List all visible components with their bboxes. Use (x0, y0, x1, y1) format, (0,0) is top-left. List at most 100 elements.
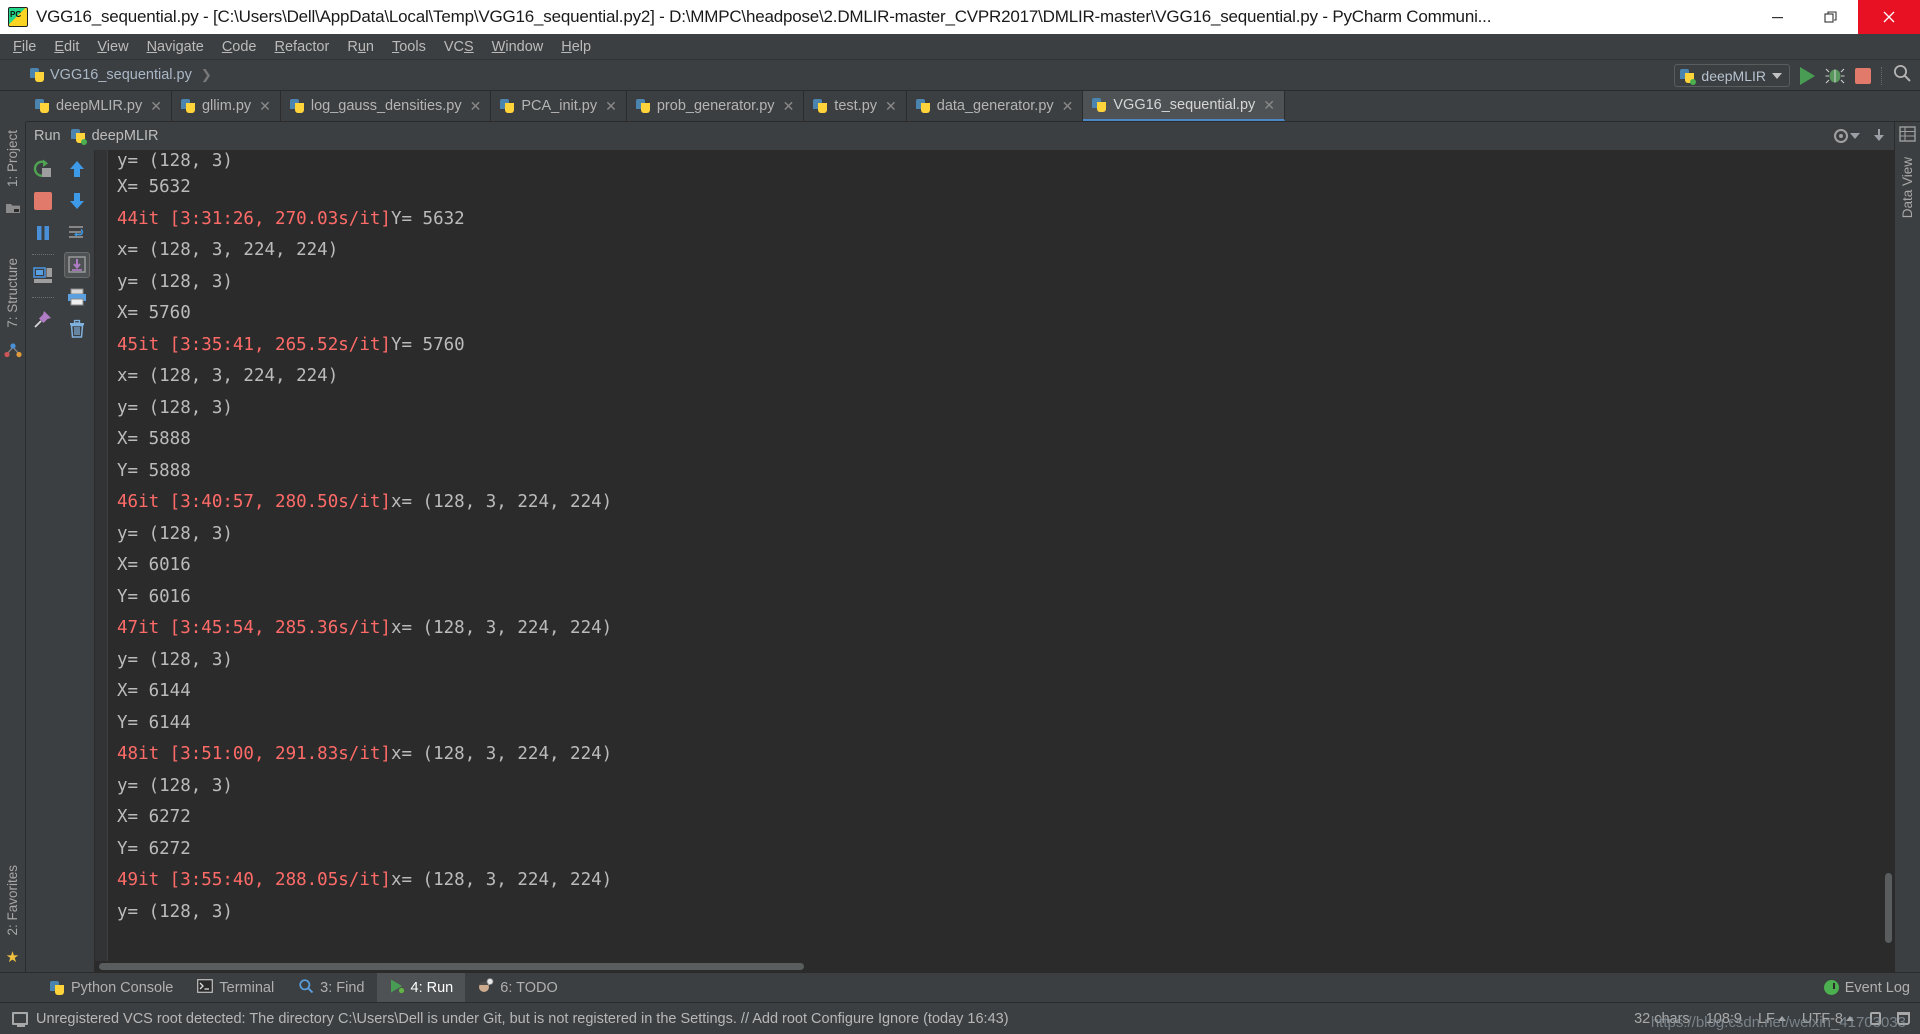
menu-view[interactable]: View (88, 36, 137, 58)
search-everywhere-icon[interactable] (1892, 63, 1912, 88)
up-arrow-icon[interactable] (64, 156, 90, 182)
close-icon[interactable]: ✕ (259, 98, 271, 115)
menu-help[interactable]: Help (552, 36, 600, 58)
console-vertical-scrollbar[interactable] (1885, 873, 1892, 943)
close-icon[interactable]: ✕ (783, 98, 795, 115)
main-body: 1: Project 7: Structure 2: Favorites ★ R… (0, 122, 1920, 972)
close-icon[interactable]: ✕ (1263, 97, 1275, 114)
python-file-icon (1092, 97, 1107, 113)
run-toolbar-right-column (60, 150, 94, 972)
tool-window-todo[interactable]: 6: TODO (465, 973, 569, 1003)
file-encoding[interactable]: UTF-8 (1802, 1011, 1854, 1027)
restore-layout-icon[interactable] (30, 263, 56, 289)
debug-icon[interactable] (1825, 67, 1845, 85)
menu-refactor[interactable]: Refactor (266, 36, 339, 58)
close-icon[interactable]: ✕ (1062, 98, 1074, 115)
close-icon[interactable]: ✕ (470, 98, 482, 115)
close-icon[interactable]: ✕ (605, 98, 617, 115)
project-folder-icon[interactable] (5, 201, 21, 220)
menu-edit[interactable]: Edit (45, 36, 88, 58)
breadcrumb[interactable]: VGG16_sequential.py ❯ (30, 67, 212, 83)
editor-tab-vgg16-sequential[interactable]: VGG16_sequential.py ✕ (1083, 91, 1285, 121)
memory-indicator-icon[interactable] (12, 1012, 28, 1027)
tab-label: PCA_init.py (521, 98, 598, 114)
menu-navigate[interactable]: Navigate (138, 36, 213, 58)
console-line: X= 6016 (117, 555, 191, 575)
scroll-to-end-icon[interactable] (64, 252, 90, 278)
menu-bar: File Edit View Navigate Code Refactor Ru… (0, 34, 1920, 60)
editor-tab-log-gauss-densities[interactable]: log_gauss_densities.py ✕ (280, 91, 492, 121)
caret-position[interactable]: 108:9 (1706, 1011, 1742, 1027)
console-line: y= (128, 3) (117, 649, 233, 670)
editor-tab-pca-init[interactable]: PCA_init.py ✕ (491, 91, 627, 121)
sidebar-item-structure[interactable]: 7: Structure (5, 254, 20, 332)
pause-icon[interactable] (30, 220, 56, 246)
console-line: y= (128, 3) (117, 271, 233, 292)
settings-gear-icon[interactable] (1834, 129, 1860, 143)
close-icon[interactable]: ✕ (150, 98, 162, 115)
console-line: X= 5632 (117, 177, 191, 197)
data-view-icon[interactable] (1899, 126, 1916, 147)
menu-run[interactable]: Run (338, 36, 383, 58)
print-icon[interactable] (64, 284, 90, 310)
editor-tab-test[interactable]: test.py ✕ (804, 91, 907, 121)
console-line: Y= 6144 (117, 712, 191, 733)
console-line: X= 5888 (117, 429, 191, 449)
close-icon[interactable]: ✕ (885, 98, 897, 115)
tool-window-python-console[interactable]: Python Console (38, 973, 185, 1003)
python-file-icon (915, 98, 931, 114)
hide-icon[interactable] (1872, 129, 1886, 143)
scrollbar-thumb[interactable] (99, 963, 804, 970)
rerun-icon[interactable] (30, 156, 56, 182)
console-line: Y= 5888 (117, 460, 191, 481)
console-text[interactable]: y= (128, 3) X= 5632 44it [3:31:26, 270.0… (95, 150, 1894, 961)
line-separator[interactable]: LF (1758, 1011, 1786, 1027)
minimize-button[interactable] (1750, 0, 1804, 34)
editor-tab-deepmlir[interactable]: deepMLIR.py ✕ (26, 91, 172, 121)
editor-tab-data-generator[interactable]: data_generator.py ✕ (906, 91, 1084, 121)
tool-window-terminal[interactable]: Terminal (185, 973, 286, 1003)
stop-icon[interactable] (1855, 67, 1871, 84)
sidebar-item-data-view[interactable]: Data View (1900, 153, 1915, 222)
tool-window-bar: Python Console Terminal 3: Find 4: Run 6… (0, 972, 1920, 1003)
restore-button[interactable] (1804, 0, 1858, 34)
event-log-button[interactable]: Event Log (1823, 980, 1910, 996)
run-toolbar (26, 150, 95, 972)
console-output-panel[interactable]: y= (128, 3) X= 5632 44it [3:31:26, 270.0… (95, 150, 1894, 972)
favorites-star-icon[interactable]: ★ (6, 948, 19, 966)
run-configuration-selector[interactable]: deepMLIR (1674, 64, 1790, 87)
menu-file[interactable]: File (4, 36, 45, 58)
pin-icon[interactable] (30, 306, 56, 332)
lock-icon[interactable] (1870, 1012, 1881, 1025)
sidebar-item-project[interactable]: 1: Project (5, 126, 20, 191)
trash-icon[interactable] (1897, 1012, 1910, 1025)
status-message[interactable]: Unregistered VCS root detected: The dire… (36, 1011, 1009, 1027)
breadcrumb-label: VGG16_sequential.py (50, 67, 192, 83)
run-window-header: Run deepMLIR (26, 122, 1894, 150)
trash-icon[interactable] (64, 316, 90, 342)
run-icon[interactable] (1800, 66, 1815, 85)
console-horizontal-scrollbar[interactable] (95, 961, 1894, 972)
menu-code[interactable]: Code (213, 36, 266, 58)
toolbar-divider (1881, 66, 1882, 85)
console-line: x= (128, 3, 224, 224) (117, 240, 339, 260)
tool-window-find[interactable]: 3: Find (286, 973, 376, 1003)
tool-window-label: Terminal (219, 979, 275, 996)
sidebar-item-favorites[interactable]: 2: Favorites (5, 861, 20, 940)
menu-tools[interactable]: Tools (383, 36, 435, 58)
todo-icon (477, 977, 494, 998)
down-arrow-icon[interactable] (64, 188, 90, 214)
structure-icon[interactable] (3, 342, 22, 363)
toolbar-separator (32, 297, 54, 298)
chevron-right-icon: ❯ (200, 67, 212, 82)
python-console-icon (50, 980, 65, 996)
soft-wrap-icon[interactable] (64, 220, 90, 246)
editor-tab-prob-generator[interactable]: prob_generator.py ✕ (626, 91, 805, 121)
editor-tab-gllim[interactable]: gllim.py ✕ (171, 91, 281, 121)
tool-window-run[interactable]: 4: Run (376, 972, 466, 1003)
menu-vcs[interactable]: VCS (435, 36, 483, 58)
close-button[interactable] (1858, 0, 1920, 34)
stop-icon[interactable] (30, 188, 56, 214)
menu-window[interactable]: Window (483, 36, 553, 58)
run-window-body: y= (128, 3) X= 5632 44it [3:31:26, 270.0… (26, 150, 1894, 972)
